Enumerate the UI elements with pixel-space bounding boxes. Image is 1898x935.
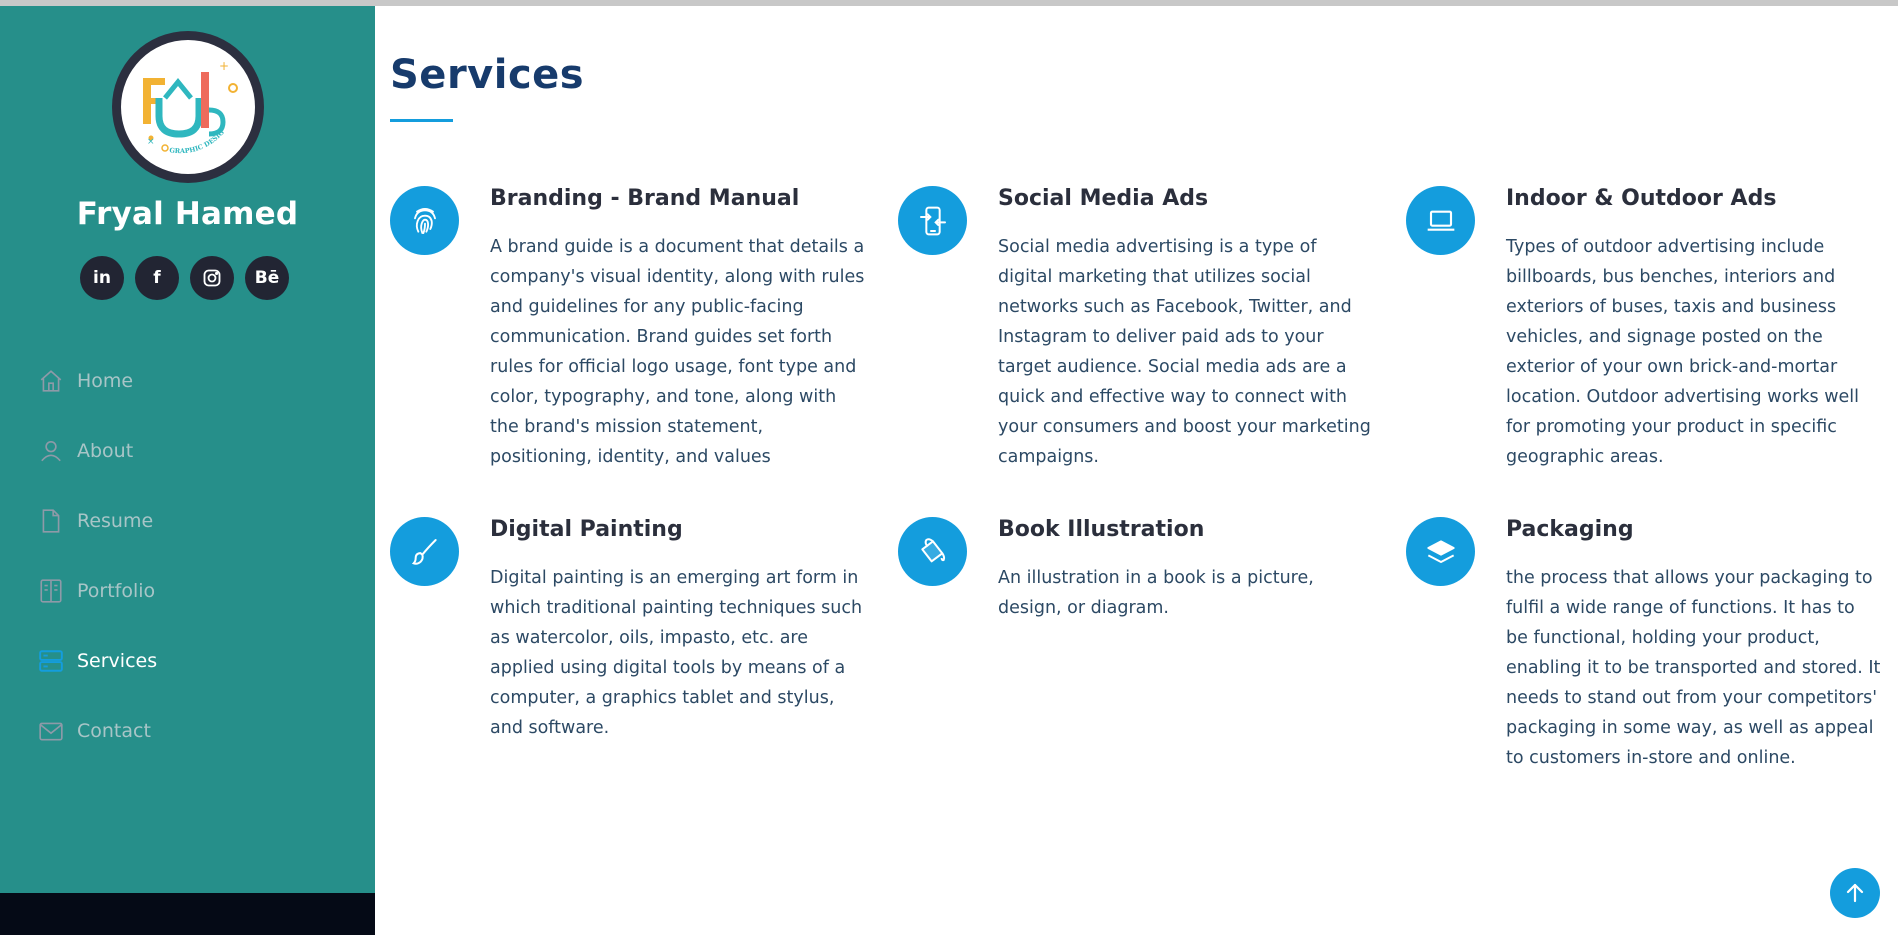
profile-name: Fryal Hamed xyxy=(76,196,299,232)
sidebar-footer xyxy=(0,893,375,935)
back-to-top-button[interactable] xyxy=(1830,868,1880,918)
brush-icon xyxy=(390,517,459,586)
book-icon xyxy=(38,578,64,604)
nav-item-resume[interactable]: Resume xyxy=(38,486,157,556)
services-section: Services Branding - Brand Manual A brand… xyxy=(375,6,1898,935)
svg-text:×: × xyxy=(147,137,155,147)
person-icon xyxy=(38,438,64,464)
paint-bucket-icon xyxy=(898,517,967,586)
nav-label: Resume xyxy=(77,510,154,532)
main-navigation: Home About Resume Portfolio Services Con… xyxy=(38,346,157,766)
social-links: in f Bē xyxy=(80,256,289,300)
service-title: Book Illustration xyxy=(998,517,1205,542)
facebook-icon: f xyxy=(153,268,161,288)
phone-transfer-icon xyxy=(898,186,967,255)
nav-label: Services xyxy=(77,650,158,672)
laptop-icon xyxy=(1406,186,1475,255)
service-title: Packaging xyxy=(1506,517,1634,542)
logo-image: + × GRAPHIC DESIGN xyxy=(121,40,255,174)
nav-item-home[interactable]: Home xyxy=(38,346,157,416)
svg-text:GRAPHIC DESIGN: GRAPHIC DESIGN xyxy=(121,40,226,155)
arrow-up-icon xyxy=(1846,883,1864,903)
nav-item-services[interactable]: Services xyxy=(38,626,157,696)
sidebar: + × GRAPHIC DESIGN Fryal Hamed in f xyxy=(0,6,375,935)
service-description: A brand guide is a document that details… xyxy=(490,237,865,467)
nav-item-portfolio[interactable]: Portfolio xyxy=(38,556,157,626)
service-description: Social media advertising is a type of di… xyxy=(998,237,1371,467)
instagram-link[interactable] xyxy=(190,256,234,300)
house-icon xyxy=(38,368,64,394)
instagram-icon xyxy=(203,269,221,287)
nav-label: Contact xyxy=(77,720,151,742)
nav-item-about[interactable]: About xyxy=(38,416,157,486)
box-icon xyxy=(1406,517,1475,586)
title-underline xyxy=(390,119,453,122)
service-title: Digital Painting xyxy=(490,517,683,542)
service-title: Social Media Ads xyxy=(998,186,1209,211)
avatar: + × GRAPHIC DESIGN xyxy=(112,31,264,183)
service-title: Branding - Brand Manual xyxy=(490,186,800,211)
nav-item-contact[interactable]: Contact xyxy=(38,696,157,766)
service-description: An illustration in a book is a picture, … xyxy=(998,568,1314,618)
fingerprint-icon xyxy=(390,186,459,255)
linkedin-icon: in xyxy=(93,268,111,288)
service-title: Indoor & Outdoor Ads xyxy=(1506,186,1777,211)
server-icon xyxy=(38,648,64,674)
file-icon xyxy=(38,508,64,534)
facebook-link[interactable]: f xyxy=(135,256,179,300)
logo-text: GRAPHIC DESIGN xyxy=(121,40,226,155)
nav-label: Portfolio xyxy=(77,580,156,602)
nav-label: Home xyxy=(77,370,134,392)
service-description: the process that allows your packaging t… xyxy=(1506,568,1881,768)
page-title: Services xyxy=(390,52,585,98)
nav-label: About xyxy=(77,440,134,462)
svg-text:+: + xyxy=(219,59,229,73)
behance-icon: Bē xyxy=(254,268,280,288)
behance-link[interactable]: Bē xyxy=(245,256,289,300)
linkedin-link[interactable]: in xyxy=(80,256,124,300)
service-description: Types of outdoor advertising include bil… xyxy=(1506,237,1860,467)
service-description: Digital painting is an emerging art form… xyxy=(490,568,863,738)
envelope-icon xyxy=(38,718,64,744)
